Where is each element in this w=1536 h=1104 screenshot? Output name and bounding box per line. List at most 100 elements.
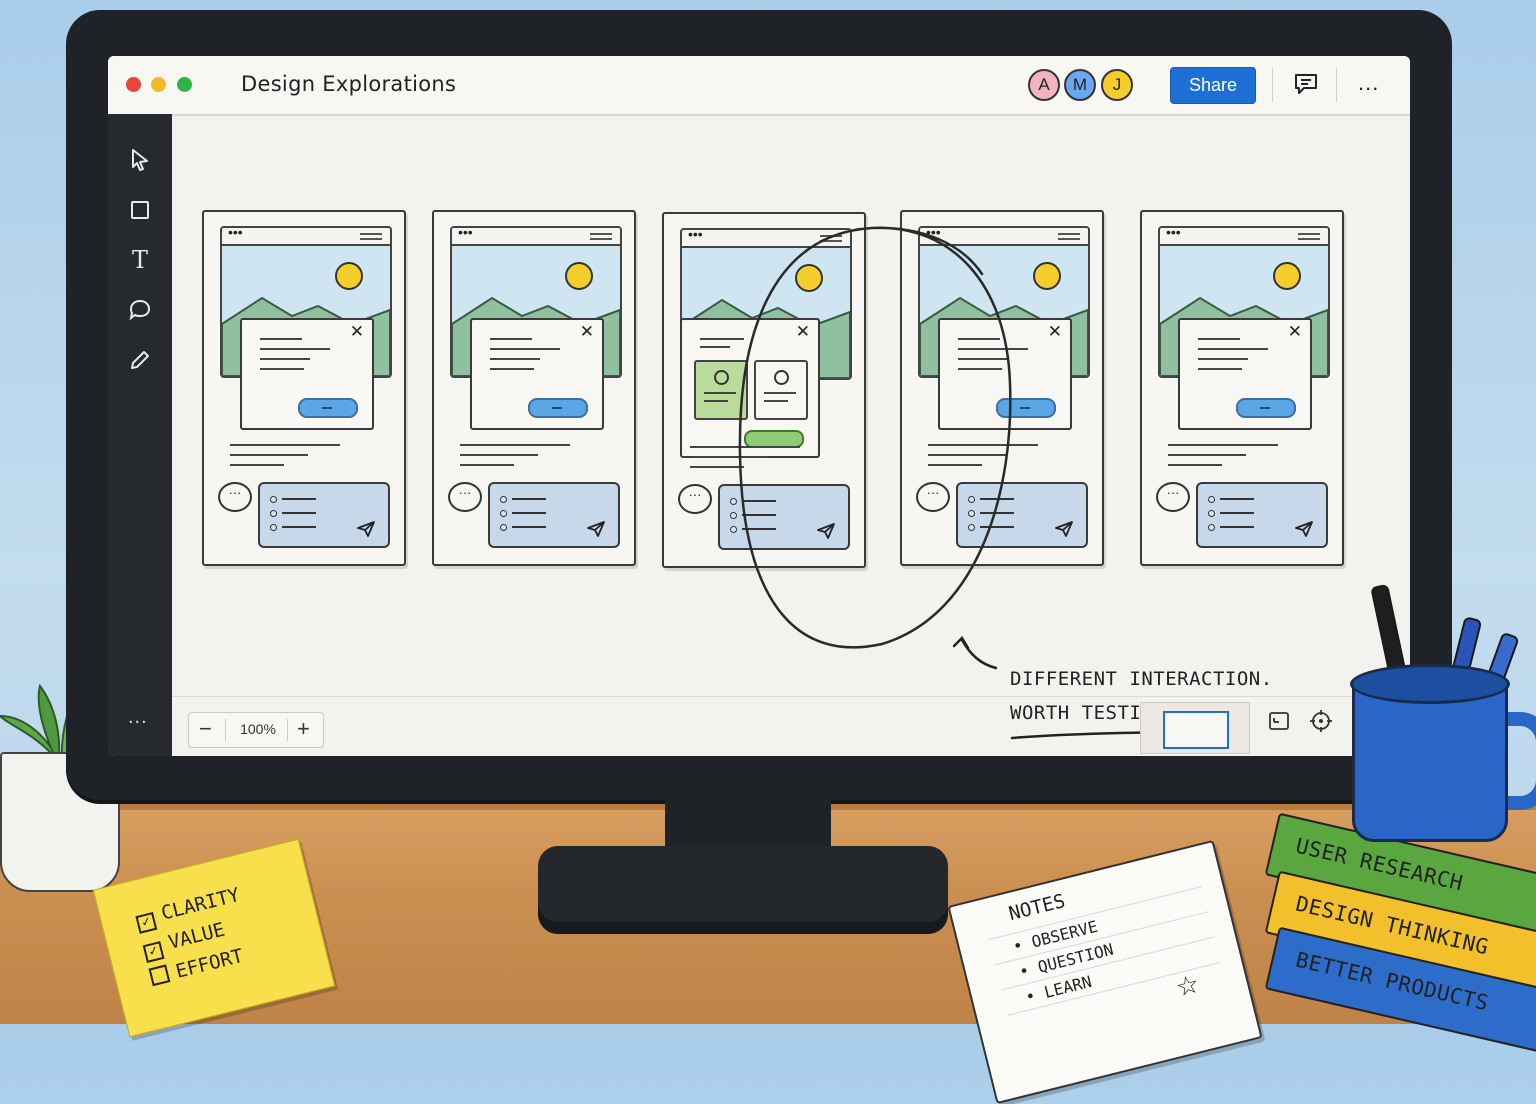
highlight-circle xyxy=(738,226,1012,649)
star-icon: ☆ xyxy=(1172,968,1203,1003)
bullet-icon xyxy=(270,524,277,531)
checklist-label: CLARITY xyxy=(158,883,242,925)
sun-icon xyxy=(565,262,593,290)
modal-button xyxy=(528,398,588,418)
chat-panel xyxy=(258,482,390,548)
text-line xyxy=(1168,454,1246,456)
bullet-icon xyxy=(1208,524,1215,531)
text-line xyxy=(260,358,310,360)
avatar[interactable]: M xyxy=(1064,69,1096,101)
browser-dots-icon: ••• xyxy=(1166,226,1181,240)
text-line xyxy=(1198,338,1240,340)
radio-icon xyxy=(714,370,729,385)
text-line xyxy=(512,512,546,514)
zoom-out-button[interactable]: − xyxy=(199,716,212,742)
wireframe-card[interactable]: ••• ✕ ··· xyxy=(202,210,406,566)
bullet-icon xyxy=(500,524,507,531)
send-icon xyxy=(587,521,605,537)
modal-dialog: ✕ xyxy=(1178,318,1312,430)
divider xyxy=(1336,68,1337,102)
chat-bubble-icon: ··· xyxy=(1156,482,1190,512)
modal-dialog: ✕ xyxy=(470,318,604,430)
share-button[interactable]: Share xyxy=(1170,67,1256,104)
whiteboard-canvas[interactable]: ••• ✕ ··· ••• ✕ ··· ••• ✕ ··· ••• ✕ ··· … xyxy=(172,114,1410,756)
minimap[interactable] xyxy=(1140,702,1250,754)
close-icon: ✕ xyxy=(349,322,364,341)
notebook-title: NOTES xyxy=(1006,889,1068,926)
text-line xyxy=(282,498,316,500)
send-icon xyxy=(357,521,375,537)
chat-bubble-icon: ··· xyxy=(678,484,712,514)
annotation-line-1: DIFFERENT INTERACTION. xyxy=(1010,668,1273,690)
text-line xyxy=(490,348,560,350)
arrow-icon xyxy=(952,635,998,670)
checkbox-checked-icon: ✓ xyxy=(142,941,165,963)
menu-icon xyxy=(590,233,612,235)
browser-dots-icon: ••• xyxy=(228,226,243,240)
text-line xyxy=(230,464,284,466)
text-line xyxy=(1168,444,1278,446)
more-options-icon[interactable]: ... xyxy=(1358,70,1379,96)
menu-icon xyxy=(1298,233,1320,235)
send-icon xyxy=(1055,521,1073,537)
fit-to-screen-icon[interactable] xyxy=(1264,706,1294,736)
bullet-icon xyxy=(270,510,277,517)
close-icon: ✕ xyxy=(579,322,594,341)
title-bar: Design Explorations A M J Share ... xyxy=(108,56,1410,116)
wireframe-card[interactable]: ••• ✕ ··· xyxy=(432,210,636,566)
monitor-stand xyxy=(538,846,948,934)
cursor-icon[interactable] xyxy=(126,146,154,174)
more-tools-icon[interactable]: ... xyxy=(128,706,148,729)
text-line xyxy=(1198,368,1242,370)
comment-icon[interactable] xyxy=(126,296,154,324)
pencil-icon[interactable] xyxy=(126,346,154,374)
recenter-icon[interactable] xyxy=(1306,706,1336,736)
maximize-window-button[interactable] xyxy=(177,77,192,92)
text-line xyxy=(512,526,546,528)
text-line xyxy=(1220,512,1254,514)
text-line xyxy=(1220,498,1254,500)
text-line xyxy=(230,454,308,456)
text-line xyxy=(260,368,304,370)
browser-dots-icon: ••• xyxy=(688,228,703,242)
text-line xyxy=(1198,348,1268,350)
app-window: Design Explorations A M J Share ... T ..… xyxy=(108,56,1410,756)
chat-panel xyxy=(488,482,620,548)
text-line xyxy=(1168,464,1222,466)
divider xyxy=(225,719,226,741)
document-title[interactable]: Design Explorations xyxy=(241,72,456,96)
text-line xyxy=(230,444,340,446)
zoom-level: 100% xyxy=(240,721,276,737)
bullet-icon xyxy=(1208,496,1215,503)
mug-rim xyxy=(1350,664,1510,704)
divider xyxy=(1272,68,1273,102)
text-line xyxy=(1198,358,1248,360)
rectangle-icon[interactable] xyxy=(126,196,154,224)
wireframe-card[interactable]: ••• ✕ ··· xyxy=(1140,210,1344,566)
bullet-icon xyxy=(500,510,507,517)
comments-icon[interactable] xyxy=(1293,72,1319,96)
minimize-window-button[interactable] xyxy=(151,77,166,92)
sun-icon xyxy=(335,262,363,290)
chat-bubble-icon: ··· xyxy=(218,482,252,512)
text-line xyxy=(490,368,534,370)
bullet-icon xyxy=(270,496,277,503)
text-line xyxy=(460,464,514,466)
text-line xyxy=(490,358,540,360)
avatar[interactable]: J xyxy=(1101,69,1133,101)
bullet-icon xyxy=(500,496,507,503)
checkbox-checked-icon: ✓ xyxy=(135,912,158,934)
modal-dialog: ✕ xyxy=(240,318,374,430)
text-line xyxy=(704,400,728,402)
avatar[interactable]: A xyxy=(1028,69,1060,101)
text-line xyxy=(282,526,316,528)
close-icon: ✕ xyxy=(1047,322,1062,341)
minimap-viewport[interactable] xyxy=(1163,711,1229,749)
menu-icon xyxy=(360,233,382,235)
text-line xyxy=(490,338,532,340)
text-line xyxy=(460,454,538,456)
text-line xyxy=(282,512,316,514)
close-window-button[interactable] xyxy=(126,77,141,92)
zoom-in-button[interactable]: + xyxy=(297,716,310,742)
text-icon[interactable]: T xyxy=(126,246,154,274)
